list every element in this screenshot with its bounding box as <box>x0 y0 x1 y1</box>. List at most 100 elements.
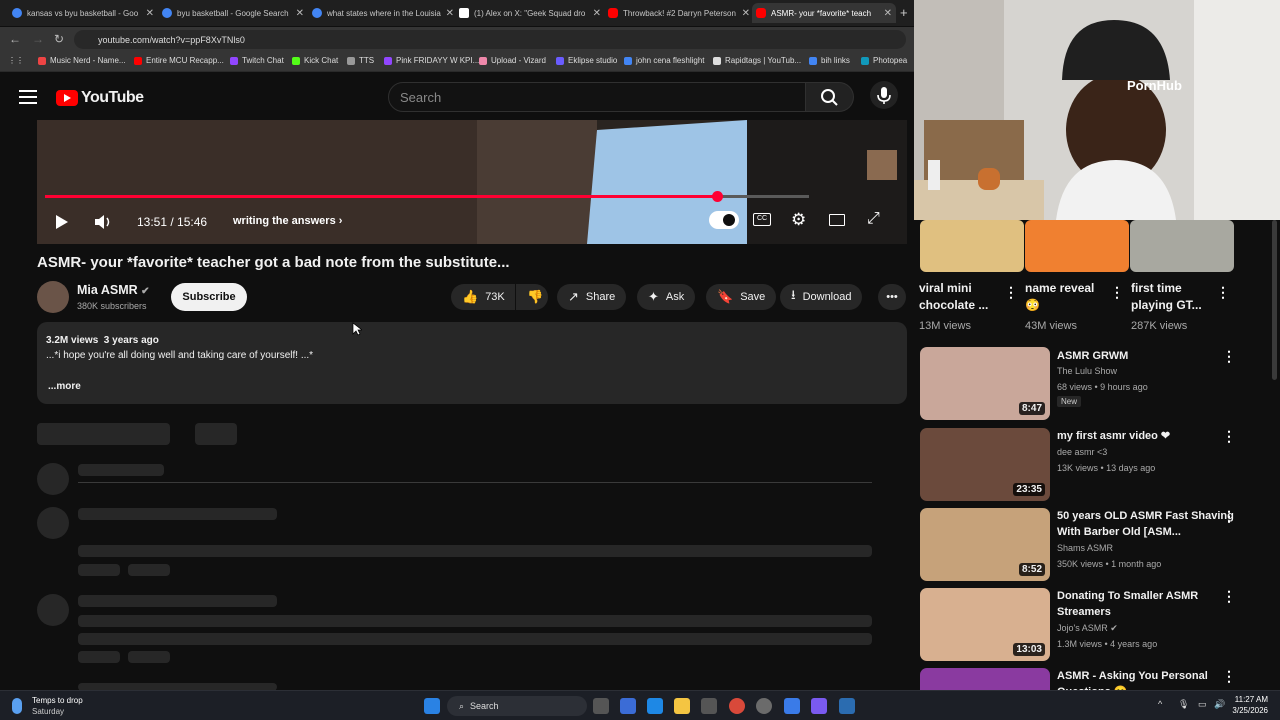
show-more-link[interactable]: ...more <box>48 381 81 392</box>
bookmark-item[interactable]: Eklipse studio <box>556 56 617 65</box>
more-vertical-icon[interactable]: ⋮ <box>1222 508 1236 525</box>
browser-tab-active[interactable]: ASMR- your *favorite* teach ✕ <box>752 3 896 23</box>
browser-tab[interactable]: (1) Alex on X: "Geek Squad dro ✕ <box>455 3 605 23</box>
youtube-logo[interactable]: YouTube <box>56 89 144 107</box>
video-thumbnail[interactable]: 8:47 <box>920 347 1050 420</box>
bookmark-item[interactable]: john cena fleshlight <box>624 56 705 65</box>
bookmark-item[interactable]: Rapidtags | YouTub... <box>713 56 801 65</box>
play-icon[interactable] <box>53 214 69 230</box>
task-view-icon[interactable] <box>593 698 609 714</box>
settings-gear-icon[interactable]: ⚙ <box>791 210 806 230</box>
bookmark-item[interactable]: bih links <box>809 56 850 65</box>
short-title[interactable]: name reveal 😳 <box>1025 280 1111 314</box>
related-channel[interactable]: Shams ASMR <box>1057 543 1113 553</box>
more-vertical-icon[interactable]: ⋮ <box>1222 588 1236 605</box>
related-video-title[interactable]: Donating To Smaller ASMR Streamers <box>1057 588 1242 620</box>
clock-time[interactable]: 11:27 AM <box>1234 695 1268 704</box>
bookmark-item[interactable]: Twitch Chat <box>230 56 284 65</box>
reload-icon[interactable]: ↻ <box>54 32 64 46</box>
url-field[interactable]: youtube.com/watch?v=ppF8XvTNls0 <box>74 30 906 49</box>
channel-avatar[interactable] <box>37 281 69 313</box>
bookmark-item[interactable]: Upload - Vizard <box>479 56 546 65</box>
close-tab-icon[interactable]: ✕ <box>296 8 304 19</box>
short-title[interactable]: viral mini chocolate ... <box>919 280 1005 314</box>
bookmark-item[interactable]: Entire MCU Recapp... <box>134 56 224 65</box>
scrollbar-thumb[interactable] <box>1272 220 1277 380</box>
apps-icon[interactable]: ⋮⋮ <box>8 56 24 65</box>
new-tab-icon[interactable]: + <box>900 5 908 20</box>
close-tab-icon[interactable]: ✕ <box>593 8 601 19</box>
app-icon[interactable] <box>839 698 855 714</box>
close-tab-icon[interactable]: ✕ <box>742 8 750 19</box>
bookmark-item[interactable]: Kick Chat <box>292 56 338 65</box>
more-vertical-icon[interactable]: ⋮ <box>1004 284 1018 301</box>
share-button[interactable]: ↗ Share <box>557 284 627 310</box>
close-tab-icon[interactable]: ✕ <box>146 8 154 19</box>
video-thumbnail[interactable]: 8:52 <box>920 508 1050 581</box>
download-button[interactable]: ⭳ Download <box>780 284 863 310</box>
autoplay-toggle[interactable] <box>709 211 739 229</box>
volume-icon[interactable] <box>93 212 113 232</box>
related-video-title[interactable]: 50 years OLD ASMR Fast Shaving With Barb… <box>1057 508 1242 540</box>
short-thumbnail[interactable] <box>1025 220 1129 272</box>
theater-mode-icon[interactable] <box>829 214 845 226</box>
browser-tab[interactable]: what states where in the Louisia ✕ <box>308 3 458 23</box>
bookmark-item[interactable]: Music Nerd - Name... <box>38 56 126 65</box>
file-explorer-icon[interactable] <box>674 698 690 714</box>
back-icon[interactable]: ← <box>9 32 21 46</box>
short-title[interactable]: first time playing GT... <box>1131 280 1217 314</box>
chrome-icon[interactable] <box>729 698 745 714</box>
more-actions-button[interactable]: ••• <box>878 284 906 310</box>
related-channel[interactable]: Jojo's ASMR ✔ <box>1057 623 1118 634</box>
related-video-title[interactable]: ASMR - Asking You Personal Questions 😊 <box>1057 668 1242 690</box>
progress-bar[interactable] <box>45 191 809 202</box>
bookmark-item[interactable]: Pink FRIDAYY W KPI... <box>384 56 479 65</box>
related-video-title[interactable]: ASMR GRWM <box>1057 348 1242 364</box>
browser-tab[interactable]: byu basketball - Google Search ✕ <box>158 3 308 23</box>
video-thumbnail[interactable] <box>920 668 1050 690</box>
windows-start-icon[interactable] <box>424 698 440 714</box>
edge-icon[interactable] <box>647 698 663 714</box>
hamburger-menu-icon[interactable] <box>19 90 37 104</box>
browser-tab[interactable]: kansas vs byu basketball - Goo ✕ <box>8 3 158 23</box>
close-tab-icon[interactable]: ✕ <box>884 8 892 19</box>
bookmark-item[interactable]: TTS <box>347 56 374 65</box>
video-thumbnail[interactable]: 13:03 <box>920 588 1050 661</box>
captions-icon[interactable]: CC <box>753 213 771 226</box>
more-vertical-icon[interactable]: ⋮ <box>1222 668 1236 685</box>
notepad-icon[interactable] <box>784 698 800 714</box>
dislike-button[interactable]: 👎 <box>516 284 548 310</box>
more-vertical-icon[interactable]: ⋮ <box>1110 284 1124 301</box>
search-button[interactable] <box>806 82 854 112</box>
related-channel[interactable]: dee asmr <3 <box>1057 447 1107 457</box>
forward-icon[interactable]: → <box>32 32 44 46</box>
voice-search-button[interactable] <box>870 81 898 109</box>
search-input[interactable]: Search <box>388 82 806 112</box>
close-tab-icon[interactable]: ✕ <box>446 8 454 19</box>
save-button[interactable]: 🔖 Save <box>706 284 777 310</box>
like-button[interactable]: 👍 73K <box>451 284 515 310</box>
more-vertical-icon[interactable]: ⋮ <box>1222 348 1236 365</box>
clock-date[interactable]: 3/25/2026 <box>1230 706 1268 715</box>
app-icon[interactable] <box>620 698 636 714</box>
volume-icon[interactable]: 🔊 <box>1214 699 1225 710</box>
more-vertical-icon[interactable]: ⋮ <box>1216 284 1230 301</box>
microphone-icon[interactable]: 🎙 <box>1178 699 1189 710</box>
related-channel[interactable]: The Lulu Show <box>1057 366 1117 376</box>
settings-icon[interactable] <box>756 698 772 714</box>
related-video-title[interactable]: my first asmr video ❤ <box>1057 428 1242 444</box>
short-thumbnail[interactable] <box>1130 220 1234 272</box>
channel-name[interactable]: Mia ASMR ✔ <box>77 283 150 297</box>
taskbar-search-box[interactable]: ⌕ Search <box>447 696 587 716</box>
network-icon[interactable]: ▭ <box>1198 699 1207 710</box>
bookmark-item[interactable]: Photopea <box>861 56 907 65</box>
weather-title[interactable]: Temps to drop <box>32 696 83 705</box>
more-vertical-icon[interactable]: ⋮ <box>1222 428 1236 445</box>
chapter-button[interactable]: writing the answers › <box>233 215 342 227</box>
ask-button[interactable]: ✦ Ask <box>637 284 696 310</box>
store-icon[interactable] <box>701 698 717 714</box>
subscribe-button[interactable]: Subscribe <box>171 283 247 311</box>
description-box[interactable]: 3.2M views 3 years ago ...*i hope you're… <box>37 322 907 404</box>
discord-icon[interactable] <box>811 698 827 714</box>
short-thumbnail[interactable] <box>920 220 1024 272</box>
